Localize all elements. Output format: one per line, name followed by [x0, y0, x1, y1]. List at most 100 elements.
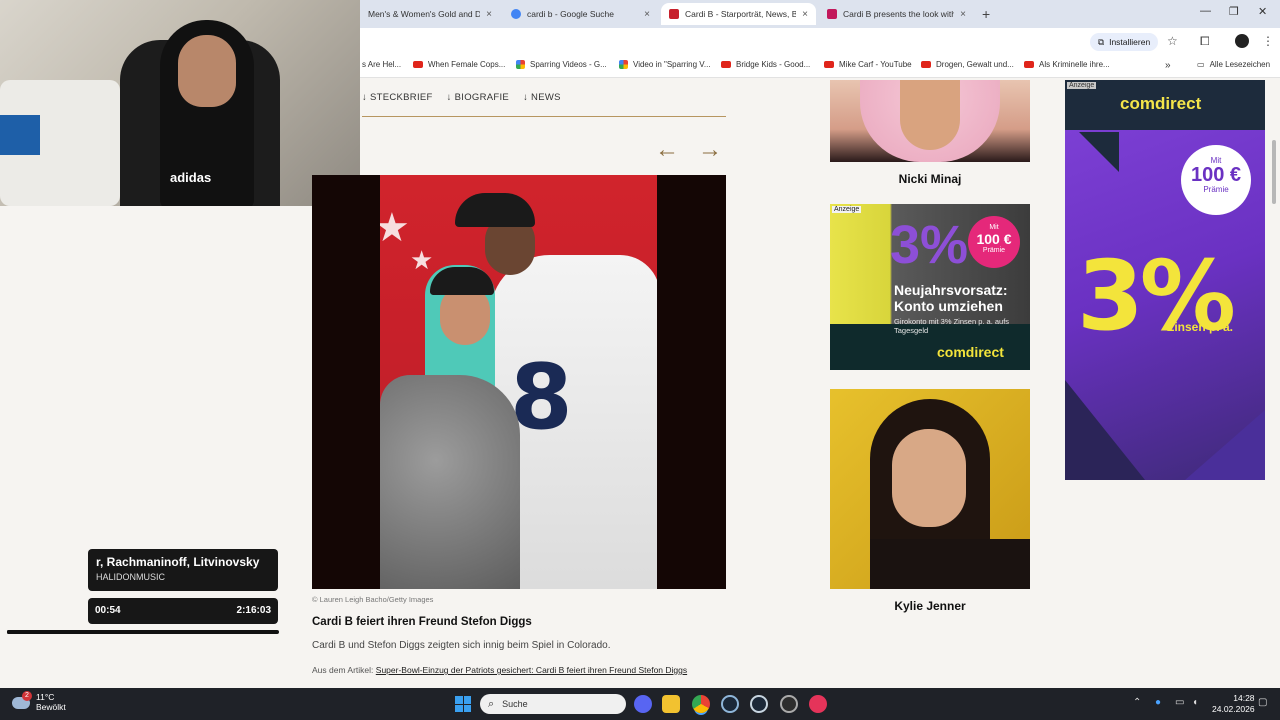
extensions-icon[interactable]: ⧠	[1200, 34, 1210, 49]
tab-label: cardi b - Google Suche	[527, 9, 614, 19]
chevron-up-icon[interactable]: ⌃	[1133, 697, 1141, 708]
webcam-face	[178, 35, 236, 107]
card-name-nicki[interactable]: Nicki Minaj	[830, 172, 1030, 186]
file-explorer-icon[interactable]	[662, 695, 680, 713]
tab-label: Cardi B presents the look witho	[843, 9, 955, 19]
bookmark-label: Drogen, Gewalt und...	[936, 60, 1014, 69]
webcam-person: adidas	[150, 20, 260, 206]
google-icon	[511, 9, 521, 19]
close-icon[interactable]: ×	[480, 9, 492, 20]
new-tab-icon[interactable]: +	[982, 6, 990, 22]
taskbar-search[interactable]: ⌕ Suche	[480, 694, 626, 714]
notification-bell-icon[interactable]: ▢	[1258, 697, 1267, 708]
profile-avatar[interactable]	[1235, 34, 1249, 48]
cloud-icon: 2	[12, 690, 32, 709]
weather-condition: Bewölkt	[36, 701, 66, 712]
bubble-amount: 100 €	[976, 230, 1012, 247]
subnav-biografie[interactable]: ↓ BIOGRAFIE	[447, 92, 509, 103]
comdirect-ad-middle[interactable]: 3% Mit 100 € Prämie Anzeige Neujahrsvors…	[830, 204, 1030, 370]
windows-start-icon[interactable]	[455, 696, 471, 712]
gallery-prev-arrow-icon[interactable]: ←	[655, 136, 679, 164]
gallery-next-arrow-icon[interactable]: →	[698, 136, 722, 164]
weather-widget[interactable]: 2 11°C Bewölkt	[12, 690, 66, 713]
site-icon	[827, 9, 837, 19]
bookmark-label: Als Kriminelle ihre...	[1039, 60, 1110, 69]
steam-icon[interactable]	[721, 695, 739, 713]
drive-icon	[516, 60, 525, 69]
media-player-icon[interactable]	[809, 695, 827, 713]
subnav-divider	[362, 116, 726, 117]
close-icon[interactable]: ×	[954, 9, 966, 20]
track-progress-bar[interactable]	[7, 630, 279, 634]
caption-text: Cardi B und Stefon Diggs zeigten sich in…	[312, 640, 611, 651]
bookmark-item[interactable]: Mike Carf - YouTube	[824, 60, 912, 69]
install-label: Installieren	[1109, 37, 1151, 47]
menu-icon[interactable]: ⋮	[1262, 34, 1274, 48]
bubble-amount: 100 €	[1190, 164, 1242, 187]
restore-icon[interactable]: ❐	[1229, 5, 1239, 18]
system-clock[interactable]: 14:28 24.02.2026	[1212, 693, 1255, 714]
photo-fur-coat	[380, 375, 520, 589]
discord-icon[interactable]	[634, 695, 652, 713]
youtube-icon	[1024, 61, 1034, 68]
bookmark-item[interactable]: Bridge Kids - Good...	[721, 60, 810, 69]
install-button[interactable]: ⧉ Installieren	[1090, 33, 1159, 51]
comdirect-ad-right[interactable]: Anzeige comdirect Mit 100 € Prämie 3% Zi…	[1065, 80, 1265, 480]
kylie-jenner-image[interactable]	[830, 389, 1030, 589]
bookmark-item[interactable]: s Are Hel...	[362, 60, 401, 69]
minimize-icon[interactable]: —	[1200, 5, 1211, 17]
youtube-icon	[921, 61, 931, 68]
subnav-news[interactable]: ↓ NEWS	[523, 92, 561, 103]
bookmark-item[interactable]: When Female Cops...	[413, 60, 505, 69]
tab-gold[interactable]: Men's & Women's Gold and Di ×	[360, 3, 500, 25]
search-icon: ⌕	[488, 697, 495, 710]
gallery-photo[interactable]: ★ ★ 8	[380, 175, 657, 589]
microphone-icon[interactable]: ●	[1155, 697, 1161, 708]
star-icon[interactable]: ☆	[1167, 34, 1178, 48]
ad-big-percent: 3%	[1077, 240, 1236, 352]
volume-icon[interactable]: ◖	[1192, 697, 1198, 708]
source-article-link[interactable]: Super-Bowl-Einzug der Patriots gesichert…	[376, 665, 687, 675]
all-bookmarks[interactable]: ▭ Alle Lesezeichen	[1197, 60, 1270, 69]
chrome-icon[interactable]	[692, 695, 710, 713]
bookmark-item[interactable]: Drogen, Gewalt und...	[921, 60, 1014, 69]
steam-icon[interactable]	[750, 695, 768, 713]
webcam-shirt-logo: adidas	[170, 170, 212, 185]
track-time: 00:54 2:16:03	[88, 598, 278, 624]
clock-time: 14:28	[1233, 693, 1255, 703]
bookmark-item[interactable]: Als Kriminelle ihre...	[1024, 60, 1110, 69]
ad-triangle	[1185, 410, 1265, 480]
profile-subnav: ↓ STECKBRIEF ↓ BIOGRAFIE ↓ NEWS	[362, 92, 561, 103]
close-icon[interactable]: ×	[796, 9, 808, 20]
ad-interest-label: Zinsen p. a.	[1167, 320, 1234, 334]
close-icon[interactable]: ×	[638, 9, 650, 20]
clock-date: 24.02.2026	[1212, 703, 1255, 714]
close-window-icon[interactable]: ✕	[1258, 5, 1267, 18]
bookmark-label: Sparring Videos - G...	[530, 60, 607, 69]
tab-cardi-active[interactable]: Cardi B - Starporträt, News, Bild ×	[661, 3, 816, 25]
youtube-icon	[413, 61, 423, 68]
youtube-icon	[824, 61, 834, 68]
track-title: r, Rachmaninoff, Litvinovsky	[96, 555, 260, 569]
bubble-bottom: Prämie	[1203, 185, 1229, 195]
network-icon[interactable]: ▭	[1175, 697, 1184, 708]
app-icon[interactable]	[780, 695, 798, 713]
ad-bonus-bubble: Mit 100 € Prämie	[968, 216, 1020, 268]
webcam-blanket	[0, 115, 40, 155]
page-scrollbar[interactable]	[1272, 140, 1276, 204]
total-time: 2:16:03	[236, 605, 271, 616]
more-bookmarks-icon[interactable]: »	[1165, 60, 1171, 71]
card-name-kylie[interactable]: Kylie Jenner	[830, 599, 1030, 613]
tab-google[interactable]: cardi b - Google Suche ×	[503, 3, 658, 25]
nicki-minaj-image[interactable]	[830, 80, 1030, 162]
subnav-steckbrief[interactable]: ↓ STECKBRIEF	[362, 92, 433, 103]
bubble-bottom: Prämie	[982, 247, 1006, 255]
bookmark-item[interactable]: Video in "Sparring V...	[619, 60, 711, 69]
ad-triangle	[1065, 380, 1145, 480]
photo-cap	[430, 267, 494, 295]
bookmark-label: Mike Carf - YouTube	[839, 60, 912, 69]
tab-look[interactable]: Cardi B presents the look witho ×	[819, 3, 974, 25]
search-placeholder: Suche	[502, 699, 528, 709]
bookmark-item[interactable]: Sparring Videos - G...	[516, 60, 607, 69]
bookmark-label: Video in "Sparring V...	[633, 60, 711, 69]
